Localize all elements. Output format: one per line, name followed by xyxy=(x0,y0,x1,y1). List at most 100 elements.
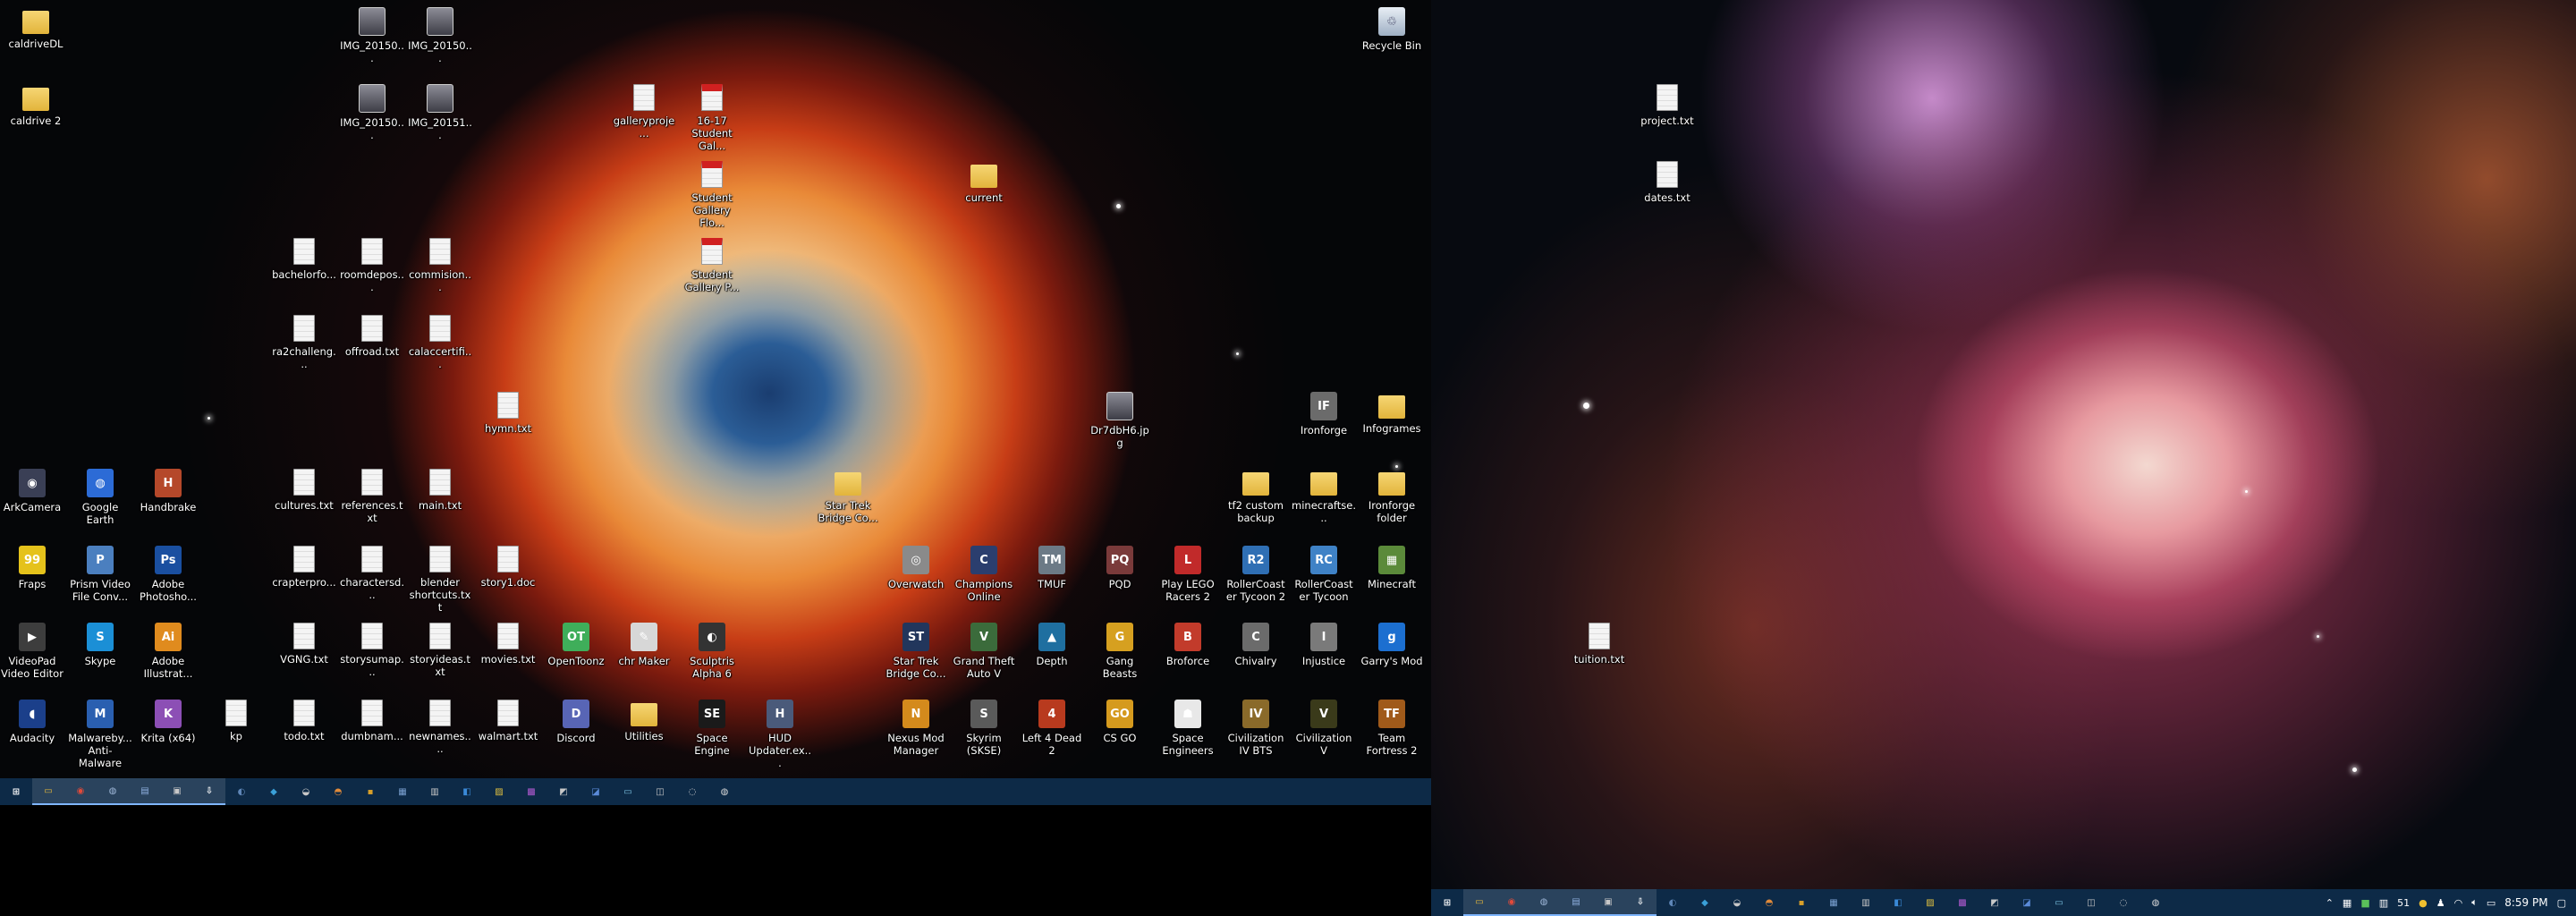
desktop-icon[interactable]: IMG_20150... xyxy=(340,81,404,157)
app-icon-10[interactable]: ◓ xyxy=(322,778,354,805)
desktop-icon[interactable]: charactersd... xyxy=(340,542,404,619)
desktop-icon[interactable]: offroad.txt xyxy=(340,311,404,388)
desktop-icon[interactable]: I Injustice xyxy=(1292,619,1356,696)
app-icon-20[interactable]: ◫ xyxy=(2075,889,2107,916)
desktop-icon[interactable]: R2 RollerCoaster Tycoon 2 xyxy=(1224,542,1288,619)
app-icon-13[interactable]: ▥ xyxy=(419,778,451,805)
desktop-icon[interactable]: G Gang Beasts xyxy=(1088,619,1152,696)
app-icon-21[interactable]: ◌ xyxy=(676,778,708,805)
action-center-icon[interactable]: ▢ xyxy=(2557,897,2566,909)
desktop-icon[interactable]: g Garry's Mod xyxy=(1360,619,1424,696)
taskview-icon[interactable]: ▣ xyxy=(161,778,193,805)
desktop-icon[interactable]: IMG_20150... xyxy=(408,4,472,81)
desktop-icon[interactable]: Ironforge folder xyxy=(1360,465,1424,542)
desktop-icon[interactable]: ◖ Audacity xyxy=(0,696,64,773)
app-icon-19[interactable]: ▭ xyxy=(2043,889,2075,916)
desktop-icon[interactable]: ✎ chr Maker xyxy=(612,619,676,696)
app-icon-11[interactable]: ▪ xyxy=(1785,889,1818,916)
desktop-icon[interactable]: ST Star Trek Bridge Co... xyxy=(884,619,948,696)
desktop-icon[interactable]: V Civilization V xyxy=(1292,696,1356,773)
desktop-icon[interactable]: ▦ Minecraft xyxy=(1360,542,1424,619)
app-icon-13[interactable]: ▥ xyxy=(1850,889,1882,916)
desktop-icon[interactable]: IF Ironforge xyxy=(1292,388,1356,465)
desktop-icon[interactable]: Ps Adobe Photosho... xyxy=(136,542,200,619)
app-tray-icon[interactable]: ▥ xyxy=(2379,897,2388,909)
app-icon-9[interactable]: ◒ xyxy=(1721,889,1753,916)
desktop-icon[interactable]: storyideas.txt xyxy=(408,619,472,696)
app-icon-8[interactable]: ◆ xyxy=(1689,889,1721,916)
download-icon[interactable]: ⇩ xyxy=(193,778,225,805)
desktop-icon[interactable]: Star Trek Bridge Co... xyxy=(816,465,880,542)
app-icon-21[interactable]: ◌ xyxy=(2107,889,2140,916)
desktop-icon[interactable]: 16-17 Student Gal... xyxy=(680,81,744,157)
file-explorer-icon[interactable]: ▭ xyxy=(1463,889,1496,916)
desktop-icon[interactable]: kp xyxy=(204,696,268,773)
desktop-icon[interactable]: galleryproje... xyxy=(612,81,676,157)
desktop-icon[interactable]: M Malwareby... Anti-Malware xyxy=(68,696,132,773)
desktop-icon[interactable]: Ai Adobe Illustrat... xyxy=(136,619,200,696)
desktop-icon[interactable]: ☗ Space Engineers xyxy=(1156,696,1220,773)
desktop-icon[interactable]: P Prism Video File Conv... xyxy=(68,542,132,619)
desktop-icon[interactable]: H HUD Updater.ex... xyxy=(748,696,812,773)
desktop-icon[interactable]: D Discord xyxy=(544,696,608,773)
desktop-icon[interactable]: Utilities xyxy=(612,696,676,773)
chrome-icon[interactable]: ◉ xyxy=(64,778,97,805)
desktop-icon[interactable]: PQ PQD xyxy=(1088,542,1152,619)
wifi-icon[interactable]: ◠ xyxy=(2454,897,2463,909)
desktop-icon[interactable]: V Grand Theft Auto V xyxy=(952,619,1016,696)
desktop-icon[interactable]: dates.txt xyxy=(1635,157,1699,234)
app-icon-11[interactable]: ▪ xyxy=(354,778,386,805)
desktop-icon[interactable]: walmart.txt xyxy=(476,696,540,773)
desktop-icon[interactable]: movies.txt xyxy=(476,619,540,696)
sun-icon[interactable]: ● xyxy=(2419,897,2428,909)
desktop-icon[interactable]: main.txt xyxy=(408,465,472,542)
desktop-icon[interactable]: storysumap... xyxy=(340,619,404,696)
desktop-icon[interactable]: IMG_20151... xyxy=(408,81,472,157)
desktop-icon[interactable]: RC RollerCoaster Tycoon xyxy=(1292,542,1356,619)
desktop-icon[interactable]: ◎ Overwatch xyxy=(884,542,948,619)
desktop-icon[interactable]: VGNG.txt xyxy=(272,619,336,696)
clock[interactable]: 8:59 PM xyxy=(2504,896,2547,909)
desktop-icon[interactable]: cultures.txt xyxy=(272,465,336,542)
desktop-icon[interactable]: IV Civilization IV BTS xyxy=(1224,696,1288,773)
start-button[interactable]: ⊞ xyxy=(1431,889,1463,916)
desktop-icon[interactable]: ◍ Google Earth xyxy=(68,465,132,542)
app-icon-14[interactable]: ◧ xyxy=(451,778,483,805)
desktop-icon[interactable]: dumbnam... xyxy=(340,696,404,773)
app-icon-16[interactable]: ▩ xyxy=(515,778,547,805)
desktop-icon[interactable]: Dr7dbH6.jpg xyxy=(1088,388,1152,465)
app-icon-18[interactable]: ◪ xyxy=(2011,889,2043,916)
app-icon-18[interactable]: ◪ xyxy=(580,778,612,805)
desktop-icon[interactable]: newnames.... xyxy=(408,696,472,773)
start-button[interactable]: ⊞ xyxy=(0,778,32,805)
desktop-icon[interactable]: current xyxy=(952,157,1016,234)
desktop-icon[interactable]: hymn.txt xyxy=(476,388,540,465)
desktop-icon[interactable]: story1.doc xyxy=(476,542,540,619)
desktop-icon[interactable]: C Chivalry xyxy=(1224,619,1288,696)
tray-overflow-chevron-icon[interactable]: ⌃ xyxy=(2326,897,2334,909)
battery-icon[interactable]: ▭ xyxy=(2487,897,2496,909)
volume-icon[interactable]: 🔈︎ xyxy=(2471,896,2478,909)
app-icon-16[interactable]: ▩ xyxy=(1946,889,1979,916)
person-icon[interactable]: ♟ xyxy=(2436,897,2445,909)
app-icon-12[interactable]: ▦ xyxy=(386,778,419,805)
desktop-icon[interactable]: K Krita (x64) xyxy=(136,696,200,773)
desktop-icon[interactable]: project.txt xyxy=(1635,81,1699,157)
desktop-icon[interactable]: commision... xyxy=(408,234,472,311)
app-icon-12[interactable]: ▦ xyxy=(1818,889,1850,916)
desktop-icon[interactable]: TM TMUF xyxy=(1020,542,1084,619)
desktop-icon[interactable]: ▲ Depth xyxy=(1020,619,1084,696)
desktop-icon[interactable]: 4 Left 4 Dead 2 xyxy=(1020,696,1084,773)
app-icon-19[interactable]: ▭ xyxy=(612,778,644,805)
steam-app-icon[interactable]: ◐ xyxy=(225,778,258,805)
desktop-icon[interactable]: bachelorfo... xyxy=(272,234,336,311)
desktop-icon[interactable]: TF Team Fortress 2 xyxy=(1360,696,1424,773)
desktop-icon[interactable]: blender shortcuts.txt xyxy=(408,542,472,619)
desktop-icon[interactable]: ◐ Sculptris Alpha 6 xyxy=(680,619,744,696)
desktop-icon[interactable]: Student Gallery Flo... xyxy=(680,157,744,234)
desktop-icon[interactable]: tuition.txt xyxy=(1567,619,1631,696)
tray-badge-count[interactable]: 51 xyxy=(2397,897,2410,909)
app-icon-17[interactable]: ◩ xyxy=(1979,889,2011,916)
taskview-icon[interactable]: ▣ xyxy=(1592,889,1624,916)
desktop-icon[interactable]: minecraftse... xyxy=(1292,465,1356,542)
